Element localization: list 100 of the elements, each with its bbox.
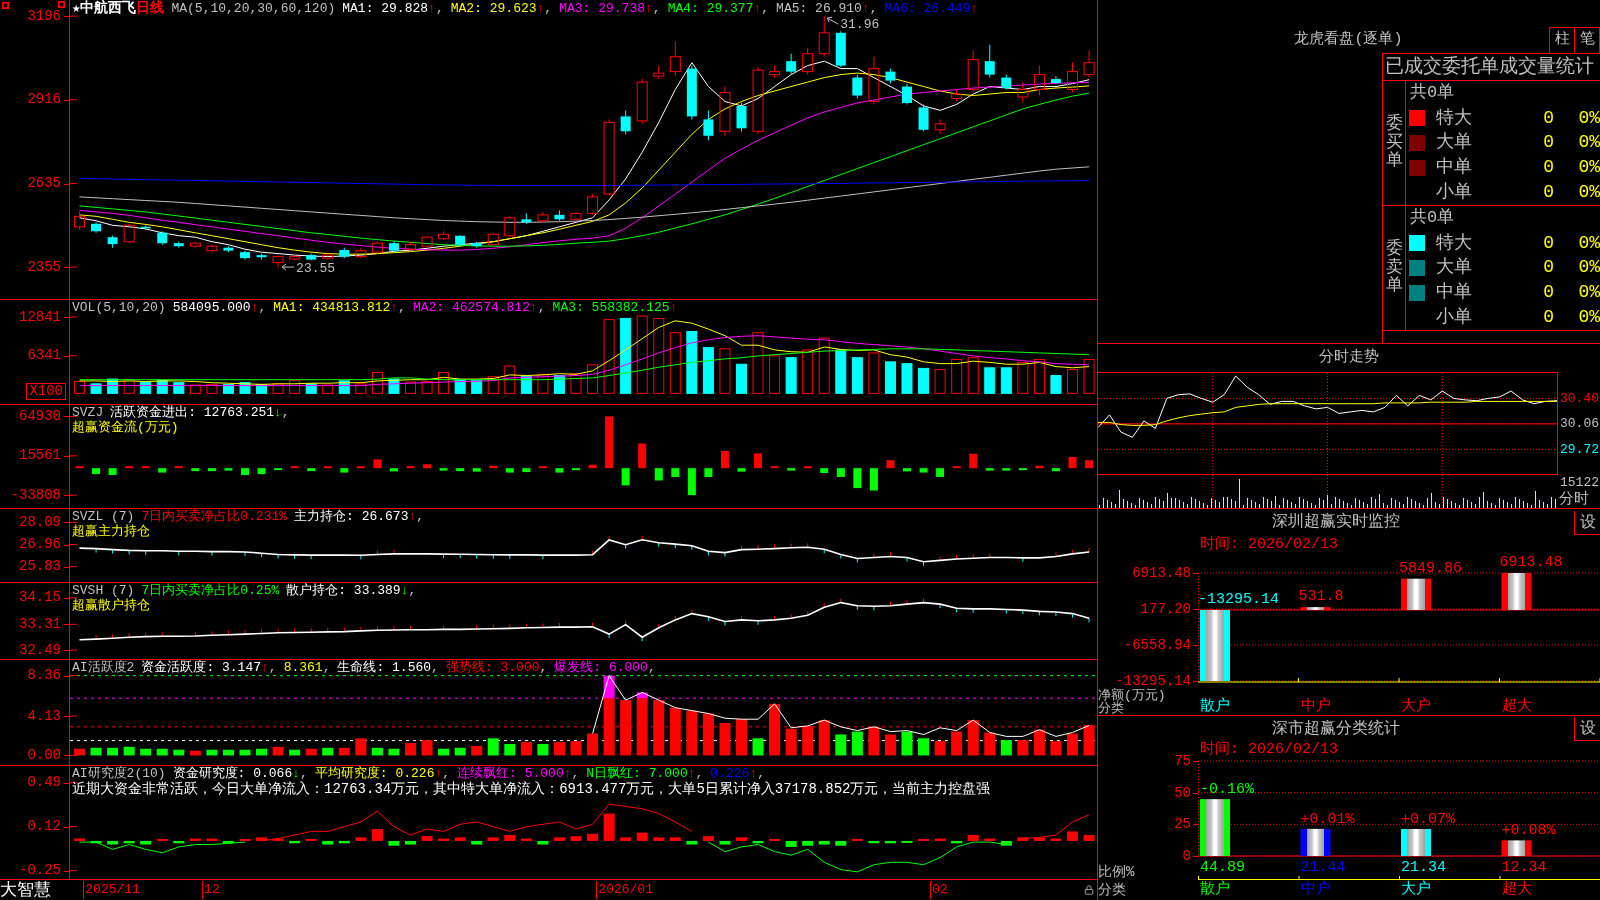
indicator-readout: 散户持仓: 33.389↓,	[286, 583, 417, 598]
value-label: -13295.14	[1198, 590, 1279, 608]
indicator-readout: 0.226↑,	[710, 766, 765, 781]
panel-title: 分时走势	[1319, 349, 1379, 367]
indicator-readout: 生命线: 1.560,	[337, 660, 439, 675]
indicator-readout: 资金研究度: 0.066↓,	[172, 766, 308, 781]
indicator-readout: MA2: 29.623↑,	[450, 1, 553, 16]
order-total: 共0单	[1410, 83, 1455, 104]
indicator-name: SVSH (7)	[72, 583, 135, 598]
change-label: +0.08%	[1501, 822, 1556, 840]
indicator-name: SVZL (7)	[72, 509, 135, 524]
date-label: 2026/01	[596, 881, 655, 899]
order-count: 0	[1542, 107, 1554, 129]
axis-tick-label: 75	[1174, 754, 1191, 768]
indicator-name: VOL(5,10,20)	[72, 300, 166, 315]
date-label: 02	[930, 881, 950, 899]
value-label: 531.8	[1298, 588, 1344, 606]
axis-tick-label: 33.31	[19, 616, 61, 632]
order-percent: 0%	[1577, 257, 1600, 279]
order-percent: 0%	[1577, 157, 1600, 179]
panel-title: 深市超赢分类统计	[1272, 719, 1400, 739]
value-label: 21.34	[1400, 860, 1446, 876]
axis-tick-label: 3196	[27, 8, 61, 24]
order-size-label: 大单	[1435, 257, 1473, 279]
indicator-name: SVZJ	[72, 405, 104, 420]
indicator-readout: 7日内买卖净占比0.231%	[141, 509, 288, 524]
date-label: 12	[202, 881, 222, 899]
order-size-label: 小单	[1435, 307, 1473, 329]
indicator-readout: MA2: 462574.812↑,	[412, 300, 546, 315]
value-label: 12.34	[1500, 860, 1547, 876]
axis-title: 分类	[1098, 702, 1124, 715]
axis-tick-label: 0.00	[27, 747, 61, 763]
category-label: 散户	[1199, 699, 1230, 715]
indicator-readout: 8.361,	[283, 660, 331, 675]
value-label: 5849.86	[1399, 559, 1462, 577]
change-label: +0.07%	[1401, 810, 1455, 828]
axis-tick-label: 12841	[19, 309, 61, 325]
axis-tick-label: 50	[1174, 785, 1191, 800]
order-size-label: 小单	[1435, 182, 1473, 204]
indicator-readout: 7日内买卖净占比0.25%	[141, 583, 280, 598]
order-percent: 0%	[1577, 282, 1600, 304]
axis-title: 分类	[1098, 882, 1126, 898]
order-size-label: 中单	[1435, 157, 1473, 179]
category-label: 超大	[1500, 699, 1532, 715]
axis-tick-label: 28.09	[19, 514, 61, 530]
axis-tick-label: 64930	[19, 408, 61, 424]
axis-tick-label: -13295.14	[1115, 673, 1191, 689]
panel-title: 龙虎看盘(逐单)	[1294, 31, 1403, 49]
indicator-readout: MA1: 434813.812↑,	[273, 300, 406, 315]
axis-tick-label: 6341	[27, 348, 61, 364]
indicator-readout: 584095.000↑,	[172, 300, 267, 315]
axis-tick-label: 0.12	[27, 819, 61, 835]
price-annotation: 31.96	[840, 17, 880, 33]
stock-title: ★中航西飞日线	[72, 0, 165, 17]
axis-tick-label: 0.49	[27, 775, 61, 791]
category-label: 大户	[1400, 882, 1431, 898]
axis-tick-label: 2355	[27, 259, 61, 275]
order-percent: 0%	[1577, 182, 1600, 204]
change-label: -0.16%	[1200, 781, 1254, 799]
date-label: 2025/11	[83, 881, 142, 899]
axis-tick-label: 15122	[1559, 475, 1600, 490]
order-count: 0	[1542, 132, 1554, 154]
indicator-name: MA(5,10,20,30,60,120)	[171, 1, 336, 16]
category-label: 中户	[1299, 699, 1331, 715]
order-size-label: 大单	[1435, 132, 1473, 154]
indicator-name: AI研究度2(10)	[72, 766, 166, 781]
change-label: +0.01%	[1300, 810, 1355, 828]
value-label: 21.44	[1299, 860, 1346, 876]
indicator-readout: 爆发线: 6.000,	[554, 660, 656, 675]
order-percent: 0%	[1577, 307, 1600, 329]
axis-tick-label: 6913.48	[1132, 565, 1191, 581]
indicator-subtitle: 超赢资金流(万元)	[72, 420, 179, 435]
axis-tick-label: 29.72	[1560, 441, 1599, 457]
value-label: 6913.48	[1499, 554, 1563, 571]
group-label: 委卖单	[1385, 239, 1403, 297]
indicator-name: AI活跃度2	[72, 660, 135, 675]
axis-title: 净额(万元)	[1098, 689, 1166, 702]
indicator-readout: MA3: 558382.125↑	[552, 300, 678, 315]
order-percent: 0%	[1577, 132, 1600, 154]
category-label: 大户	[1400, 699, 1431, 715]
indicator-readout: 主力持仓: 26.673↑,	[294, 509, 425, 524]
axis-title: 分时	[1558, 491, 1590, 508]
group-label: 委买单	[1385, 114, 1403, 172]
indicator-readout: 连续飘红: 5.000↑,	[457, 766, 580, 781]
axis-tick-label: 30.40	[1560, 390, 1599, 406]
axis-tick-label: -6558.94	[1123, 637, 1191, 653]
axis-tick-label: 34.15	[19, 590, 61, 606]
chart-timestamp: 时间: 2026/02/13	[1200, 536, 1339, 553]
axis-tick-label: 2916	[27, 92, 61, 108]
axis-tick-label: 26.96	[19, 537, 61, 552]
axis-tick-label: 30.06	[1560, 416, 1599, 432]
brand-name: 大智慧	[0, 880, 51, 900]
order-percent: 0%	[1577, 232, 1600, 254]
axis-title: 比例%	[1098, 864, 1135, 880]
axis-tick-label: 177.20	[1140, 601, 1191, 617]
table-title: 已成交委托单成交量统计	[1385, 56, 1594, 78]
order-size-label: 特大	[1435, 107, 1473, 129]
indicator-readout: 平均研究度: 0.226↑,	[314, 766, 451, 781]
indicator-readout: 资金活跃度: 3.147↑,	[141, 660, 277, 675]
order-size-label: 特大	[1435, 232, 1473, 254]
